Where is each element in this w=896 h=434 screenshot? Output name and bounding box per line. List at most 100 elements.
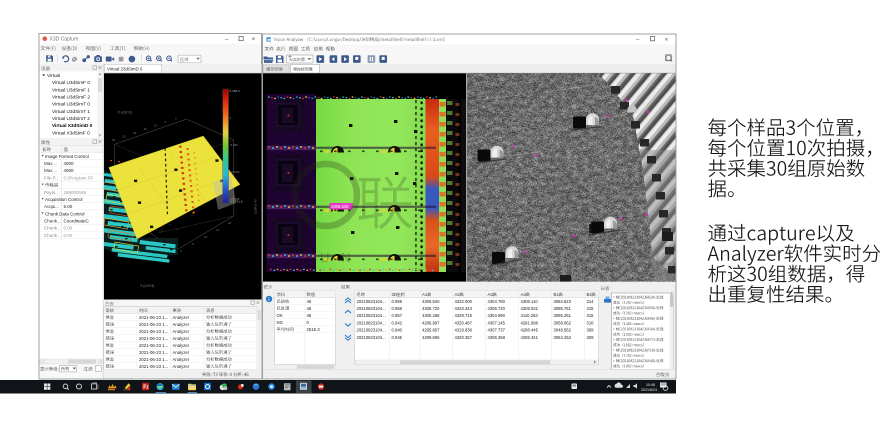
svg-text:Chunk...: Chunk... — [44, 233, 61, 238]
svg-text:2021-06-23 1...: 2021-06-23 1... — [139, 336, 168, 341]
svg-text:20210823104...: 20210823104... — [357, 299, 386, 304]
svg-text:309: 309 — [587, 328, 595, 333]
svg-text:Analyzer: Analyzer — [173, 350, 190, 355]
svg-text:Virtual U3dSimT 2: Virtual U3dSimT 2 — [52, 116, 90, 121]
svg-text:20210823104...: 20210823104... — [357, 335, 386, 340]
svg-text:4000: 4000 — [64, 161, 75, 166]
svg-text:File P...: File P... — [44, 175, 59, 180]
svg-text:4320.487: 4320.487 — [455, 320, 473, 325]
svg-text:4110.263: 4110.263 — [521, 313, 539, 318]
svg-text:Acqui...: Acqui... — [44, 204, 59, 209]
svg-text:Analyzer: Analyzer — [173, 343, 190, 348]
svg-text:0.957: 0.957 — [392, 313, 403, 318]
svg-text:10: 10 — [204, 235, 208, 239]
svg-text:20210823104...: 20210823104... — [357, 328, 386, 333]
svg-text:B2: B2 — [587, 292, 593, 297]
svg-text:X (x10^3): X (x10^3) — [140, 284, 154, 288]
svg-text:2021-06-23 1...: 2021-06-23 1... — [139, 322, 168, 327]
svg-text:3085.761: 3085.761 — [554, 306, 572, 311]
svg-text:0.959: 0.959 — [392, 299, 403, 304]
svg-text:4333.343: 4333.343 — [455, 306, 473, 311]
svg-text:A4: A4 — [521, 292, 527, 297]
svg-text:×: × — [665, 36, 669, 43]
svg-text:A2: A2 — [455, 292, 461, 297]
svg-text:Virtual U3dSimF 1: Virtual U3dSimF 1 — [52, 87, 90, 92]
svg-text:4332.000: 4332.000 — [455, 299, 473, 304]
svg-text:Virtual U3dSimF 0: Virtual U3dSimF 0 — [52, 80, 90, 85]
svg-text:Paylo...: Paylo... — [44, 190, 59, 195]
svg-text:314: 314 — [587, 299, 595, 304]
svg-text:4286.997: 4286.997 — [422, 320, 440, 325]
svg-text:-5,000: -5,000 — [230, 143, 239, 147]
svg-text:309: 309 — [587, 335, 595, 340]
svg-text:46: 46 — [307, 299, 312, 304]
svg-text:Analyzer: Analyzer — [173, 364, 190, 369]
svg-text:20210823104...: 20210823104... — [357, 313, 386, 318]
svg-text:4307.145: 4307.145 — [488, 320, 506, 325]
svg-text:20: 20 — [228, 221, 232, 225]
svg-text:315: 315 — [587, 306, 595, 311]
svg-text:4304.780: 4304.780 — [488, 299, 506, 304]
svg-text:2021-06-23 1...: 2021-06-23 1... — [139, 343, 168, 348]
svg-text:OK: OK — [277, 313, 283, 318]
svg-text:4306.720: 4306.720 — [488, 306, 506, 311]
svg-text:4295.667: 4295.667 — [422, 328, 440, 333]
svg-text:Virtual 23dSimD 0: Virtual 23dSimD 0 — [107, 66, 143, 71]
svg-text:0.942: 0.942 — [392, 320, 403, 325]
svg-text:4307.737: 4307.737 — [488, 328, 506, 333]
svg-text:20210823104...: 20210823104... — [357, 306, 386, 311]
svg-text:15: 15 — [216, 228, 220, 232]
svg-text:4306.540: 4306.540 — [331, 204, 349, 209]
svg-text:30: 30 — [112, 138, 116, 142]
svg-text:(LSB*2^-4): (LSB*2^-4) — [254, 199, 258, 214]
svg-text:4304.990: 4304.990 — [488, 313, 506, 318]
svg-text:U N: U N — [320, 250, 354, 265]
svg-text:2021-06-23 1...: 2021-06-23 1... — [139, 364, 168, 369]
svg-text:Analyzer: Analyzer — [173, 336, 190, 341]
svg-text:-10,000: -10,000 — [230, 170, 240, 174]
svg-text:Analyzer: Analyzer — [173, 357, 190, 362]
svg-text:Acquisition Control: Acquisition Control — [45, 197, 83, 202]
svg-text:-17,741.8: -17,741.8 — [230, 200, 243, 204]
svg-text:25: 25 — [123, 134, 127, 138]
svg-text:20: 20 — [133, 131, 137, 135]
svg-text:2021-06-23 1...: 2021-06-23 1... — [139, 350, 168, 355]
svg-text:3064.253: 3064.253 — [554, 335, 572, 340]
svg-text:2021-06-23 1...: 2021-06-23 1... — [139, 315, 168, 320]
svg-text:C:\Program Fil: C:\Program Fil — [64, 175, 93, 180]
svg-text:3D: 3D — [392, 292, 398, 297]
svg-text:4320.357: 4320.357 — [455, 335, 473, 340]
svg-text:315: 315 — [587, 313, 595, 318]
svg-text:4000: 4000 — [64, 168, 75, 173]
svg-text:3084.623: 3084.623 — [554, 299, 572, 304]
svg-text:3058.662: 3058.662 — [554, 320, 572, 325]
svg-text:4306.540: 4306.540 — [422, 299, 440, 304]
svg-text:2515.3: 2515.3 — [307, 327, 321, 332]
svg-text:B1: B1 — [554, 292, 560, 297]
svg-text:Analyzer: Analyzer — [173, 322, 190, 327]
svg-text:46: 46 — [307, 306, 312, 311]
svg-text:A1: A1 — [422, 292, 428, 297]
svg-text:3085.261: 3085.261 — [554, 313, 572, 318]
svg-text:4308.531: 4308.531 — [521, 306, 539, 311]
svg-text:Analyzer: Analyzer — [173, 315, 190, 320]
svg-text:Max ...: Max ... — [44, 161, 58, 166]
svg-text:4308.110: 4308.110 — [521, 299, 539, 304]
svg-text:Virtual U3dSimF 2: Virtual U3dSimF 2 — [52, 95, 90, 100]
svg-text:4285.341: 4285.341 — [521, 335, 539, 340]
svg-text:X3D Capture: X3D Capture — [50, 37, 79, 43]
svg-text:A3: A3 — [488, 292, 494, 297]
svg-text:Chunk...: Chunk... — [44, 226, 61, 231]
svg-text:20210823104...: 20210823104... — [357, 320, 386, 325]
svg-text:10:46: 10:46 — [646, 383, 655, 387]
svg-text:0.00: 0.00 — [64, 233, 73, 238]
svg-text:2021-06-23 1...: 2021-06-23 1... — [139, 329, 168, 334]
svg-text:4299.696: 4299.696 — [422, 335, 440, 340]
svg-text:5.00: 5.00 — [64, 204, 73, 209]
svg-text:10: 10 — [154, 124, 158, 128]
svg-text:5,258.2: 5,258.2 — [230, 89, 241, 93]
svg-text:15: 15 — [144, 127, 148, 131]
svg-text:×: × — [252, 36, 256, 43]
svg-text:4305.268: 4305.268 — [422, 313, 440, 318]
svg-text:Virtual X3dSimD 0: Virtual X3dSimD 0 — [52, 123, 93, 128]
